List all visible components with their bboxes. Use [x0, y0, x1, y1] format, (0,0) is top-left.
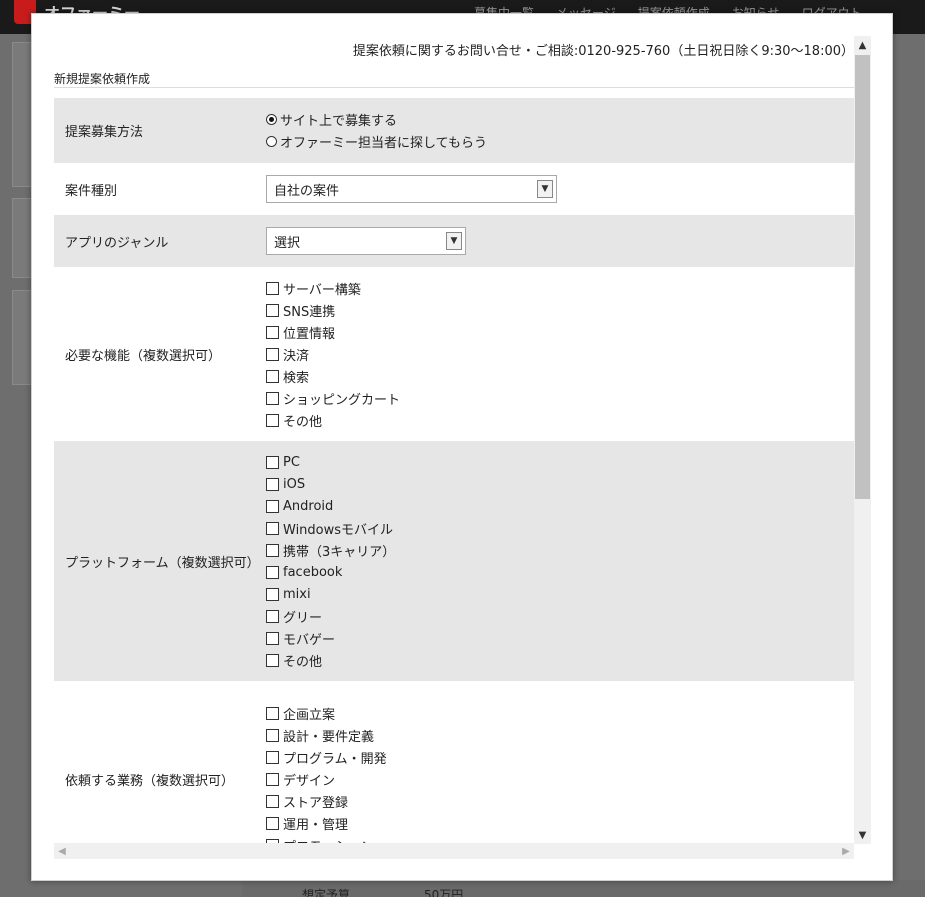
label-app-genre: アプリのジャンル: [65, 235, 169, 251]
checkbox-feature[interactable]: サーバー構築: [266, 277, 854, 299]
checkbox-feature[interactable]: 決済: [266, 343, 854, 365]
checkbox-platform[interactable]: グリー: [266, 605, 854, 627]
radio-site-recruit[interactable]: サイト上で募集する: [266, 109, 854, 131]
checkbox[interactable]: [266, 631, 279, 645]
horizontal-scrollbar[interactable]: ◀ ▶: [54, 843, 854, 859]
scroll-left-icon[interactable]: ◀: [54, 843, 70, 859]
checkbox[interactable]: [266, 521, 279, 535]
label-platforms: プラットフォーム（複数選択可）: [65, 555, 260, 571]
checkbox[interactable]: [266, 347, 279, 361]
label-tasks: 依頼する業務（複数選択可）: [65, 773, 235, 789]
checkbox-task[interactable]: プログラム・開発: [266, 746, 854, 768]
title-divider: [54, 87, 854, 88]
checkbox[interactable]: [266, 455, 279, 469]
checkbox-feature[interactable]: SNS連携: [266, 299, 854, 321]
checkbox[interactable]: [266, 325, 279, 339]
label-recruit-method: 提案募集方法: [65, 125, 144, 140]
checkbox-task[interactable]: 企画立案: [266, 702, 854, 724]
checkbox[interactable]: [266, 706, 279, 720]
checkbox-platform[interactable]: iOS: [266, 473, 854, 495]
checkbox[interactable]: [266, 816, 279, 830]
row-features: 必要な機能（複数選択可） サーバー構築 SNS連携 位置情報 決済 検索 ショッ…: [54, 267, 854, 441]
checkbox[interactable]: [266, 477, 279, 491]
label-project-type: 案件種別: [65, 183, 118, 199]
checkbox[interactable]: [266, 653, 279, 667]
checkbox-task[interactable]: デザイン: [266, 768, 854, 790]
checkbox[interactable]: [266, 587, 279, 601]
row-tasks: 依頼する業務（複数選択可） 企画立案 設計・要件定義 プログラム・開発 デザイン…: [54, 681, 854, 858]
checkbox[interactable]: [266, 499, 279, 513]
checkbox-platform[interactable]: facebook: [266, 561, 854, 583]
checkbox[interactable]: [266, 543, 279, 557]
checkbox[interactable]: [266, 281, 279, 295]
checkbox[interactable]: [266, 303, 279, 317]
section-title: 新規提案依頼作成: [54, 72, 151, 86]
checkbox-platform[interactable]: モバゲー: [266, 627, 854, 649]
checkbox[interactable]: [266, 750, 279, 764]
checkbox[interactable]: [266, 794, 279, 808]
row-app-genre: アプリのジャンル 選択 ▼: [54, 215, 854, 267]
checkbox-task[interactable]: ストア登録: [266, 790, 854, 812]
radio-button-selected[interactable]: [266, 114, 277, 125]
checkbox-task[interactable]: 運用・管理: [266, 812, 854, 834]
vertical-scrollbar[interactable]: ▲ ▼: [854, 36, 871, 844]
checkbox-platform[interactable]: Windowsモバイル: [266, 517, 854, 539]
budget-value: 50万円: [424, 888, 464, 897]
checkbox-platform[interactable]: mixi: [266, 583, 854, 605]
scroll-right-icon[interactable]: ▶: [838, 843, 854, 859]
checkbox-platform[interactable]: 携帯（3キャリア）: [266, 539, 854, 561]
checkbox[interactable]: [266, 772, 279, 786]
radio-button[interactable]: [266, 136, 277, 147]
checkbox[interactable]: [266, 565, 279, 579]
checkbox[interactable]: [266, 609, 279, 623]
checkbox-platform[interactable]: PC: [266, 451, 854, 473]
checkbox[interactable]: [266, 728, 279, 742]
budget-label: 想定予算: [302, 888, 351, 897]
app-genre-select[interactable]: 選択 ▼: [266, 227, 466, 255]
checkbox-task[interactable]: 設計・要件定義: [266, 724, 854, 746]
request-modal: 提案依頼に関するお問い合せ・ご相談:0120-925-760（土日祝日除く9:3…: [31, 13, 893, 881]
checkbox-platform[interactable]: Android: [266, 495, 854, 517]
request-form-table: 提案募集方法 サイト上で募集する オファーミー担当者に探してもらう 案件種別 自…: [54, 98, 854, 858]
scroll-down-icon[interactable]: ▼: [854, 826, 871, 844]
row-recruit-method: 提案募集方法 サイト上で募集する オファーミー担当者に探してもらう: [54, 98, 854, 163]
chevron-down-icon[interactable]: ▼: [537, 180, 553, 198]
checkbox-feature[interactable]: 検索: [266, 365, 854, 387]
radio-staff-search[interactable]: オファーミー担当者に探してもらう: [266, 131, 854, 153]
row-project-type: 案件種別 自社の案件 ▼: [54, 163, 854, 215]
label-features: 必要な機能（複数選択可）: [65, 348, 222, 364]
modal-scroll-area[interactable]: 提案依頼に関するお問い合せ・ご相談:0120-925-760（土日祝日除く9:3…: [54, 36, 872, 858]
project-type-select[interactable]: 自社の案件 ▼: [266, 175, 557, 203]
checkbox[interactable]: [266, 391, 279, 405]
chevron-down-icon[interactable]: ▼: [446, 232, 462, 250]
checkbox-feature[interactable]: その他: [266, 409, 854, 431]
checkbox-feature[interactable]: ショッピングカート: [266, 387, 854, 409]
scrollbar-thumb[interactable]: [855, 55, 870, 499]
checkbox[interactable]: [266, 413, 279, 427]
background-budget-row: 想定予算 50万円: [242, 880, 925, 897]
checkbox-platform[interactable]: その他: [266, 649, 854, 671]
row-platforms: プラットフォーム（複数選択可） PC iOS Android Windowsモバ…: [54, 441, 854, 681]
scroll-up-icon[interactable]: ▲: [854, 36, 871, 54]
checkbox-feature[interactable]: 位置情報: [266, 321, 854, 343]
contact-info: 提案依頼に関するお問い合せ・ご相談:0120-925-760（土日祝日除く9:3…: [352, 44, 854, 59]
checkbox[interactable]: [266, 369, 279, 383]
